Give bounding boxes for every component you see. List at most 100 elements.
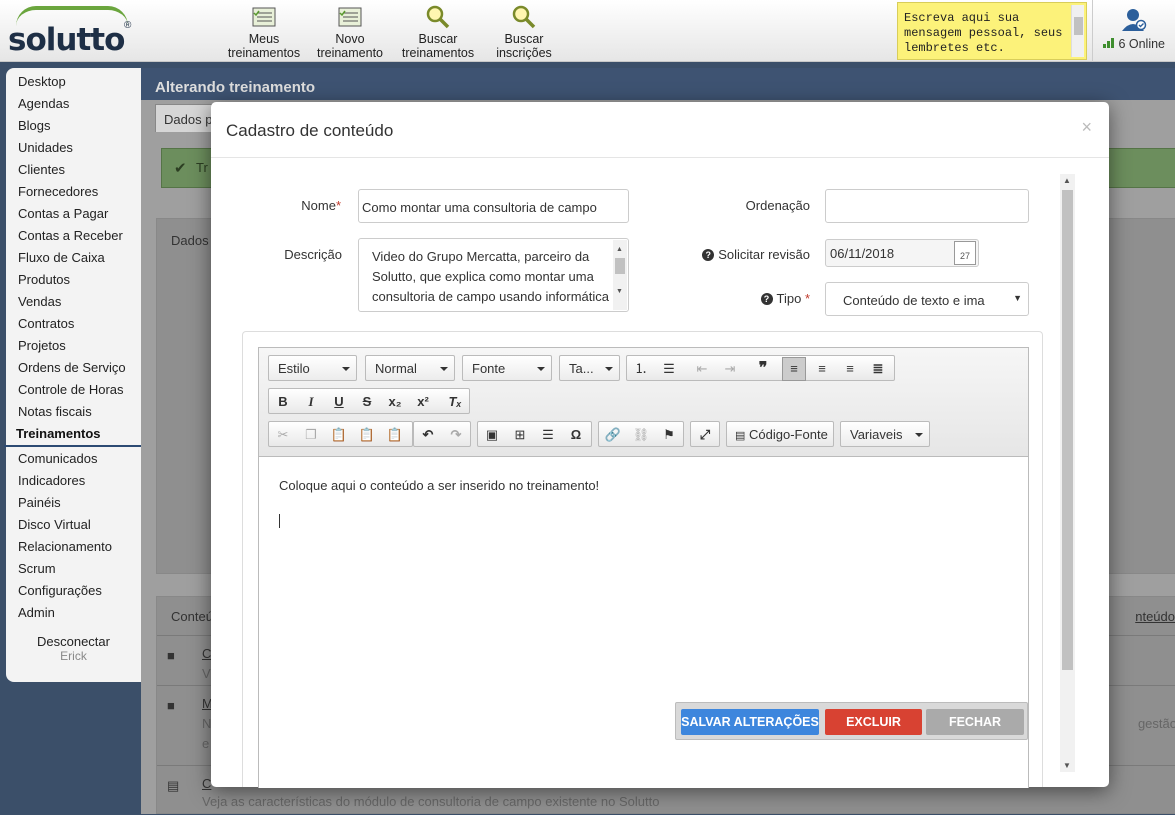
undo-icon[interactable]: ↶ bbox=[416, 425, 440, 445]
align-center-icon[interactable]: ≡ bbox=[810, 359, 834, 379]
sidebar-item-clientes[interactable]: Clientes bbox=[6, 159, 141, 181]
top-bar: solutto ® Meus treinamentos Novo treinamen… bbox=[0, 0, 1175, 62]
search-enrollments-button[interactable]: Buscar inscrições bbox=[486, 4, 562, 60]
sidebar-item-ordens-de-serviço[interactable]: Ordens de Serviço bbox=[6, 357, 141, 379]
align-left-icon[interactable]: ≡ bbox=[782, 357, 806, 381]
check-icon: ✔ bbox=[174, 160, 187, 177]
text-cursor bbox=[279, 514, 280, 528]
sidebar-item-relacionamento[interactable]: Relacionamento bbox=[6, 536, 141, 558]
sidebar-item-projetos[interactable]: Projetos bbox=[6, 335, 141, 357]
blockquote-icon[interactable]: ❞ bbox=[751, 359, 775, 379]
sidebar-item-produtos[interactable]: Produtos bbox=[6, 269, 141, 291]
underline-icon[interactable]: U bbox=[327, 392, 351, 412]
sidebar-item-contratos[interactable]: Contratos bbox=[6, 313, 141, 335]
personal-memo[interactable]: Escreva aqui sua mensagem pessoal, seus … bbox=[897, 2, 1087, 60]
memo-scrollbar[interactable] bbox=[1071, 5, 1084, 57]
search-icon bbox=[426, 5, 450, 29]
paste-word-icon[interactable]: 📋 bbox=[383, 425, 407, 445]
justify-icon[interactable]: ≣ bbox=[866, 359, 890, 379]
paragraph-group: ⒈ ☰ ⇤ ⇥ ❞ ≡ ≡ ≡ ≣ bbox=[626, 355, 895, 381]
sidebar-item-vendas[interactable]: Vendas bbox=[6, 291, 141, 313]
outdent-icon[interactable]: ⇤ bbox=[690, 359, 714, 379]
subscript-icon[interactable]: x₂ bbox=[383, 392, 407, 412]
action-bar: SALVAR ALTERAÇÕES EXCLUIR FECHAR bbox=[675, 702, 1028, 740]
search-icon bbox=[512, 5, 536, 29]
bold-icon[interactable]: B bbox=[271, 392, 295, 412]
variables-combo[interactable]: Variaveis bbox=[840, 421, 930, 447]
description-textarea[interactable]: Video do Grupo Mercatta, parceiro da Sol… bbox=[358, 238, 629, 312]
sidebar-item-treinamentos[interactable]: Treinamentos bbox=[4, 423, 141, 447]
sidebar-item-contas-a-pagar[interactable]: Contas a Pagar bbox=[6, 203, 141, 225]
modal-scrollbar[interactable]: ▲ ▼ bbox=[1060, 174, 1075, 772]
indent-icon[interactable]: ⇥ bbox=[718, 359, 742, 379]
bullet-list-icon[interactable]: ☰ bbox=[657, 359, 681, 379]
logout-link[interactable]: Desconectar bbox=[6, 634, 141, 649]
new-training-button[interactable]: Novo treinamento bbox=[312, 4, 388, 60]
table-icon[interactable]: ⊞ bbox=[508, 425, 532, 445]
unlink-icon[interactable]: ⛓ bbox=[629, 425, 653, 445]
paste-text-icon[interactable]: 📋 bbox=[355, 425, 379, 445]
add-content-link[interactable]: nteúdo bbox=[1135, 609, 1175, 624]
sidebar-item-controle-de-horas[interactable]: Controle de Horas bbox=[6, 379, 141, 401]
sidebar-item-disco-virtual[interactable]: Disco Virtual bbox=[6, 514, 141, 536]
align-right-icon[interactable]: ≡ bbox=[838, 359, 862, 379]
sidebar-item-admin[interactable]: Admin bbox=[6, 602, 141, 624]
sidebar-item-fornecedores[interactable]: Fornecedores bbox=[6, 181, 141, 203]
sidebar-item-desktop[interactable]: Desktop bbox=[6, 71, 141, 93]
image-icon[interactable]: ▣ bbox=[480, 425, 504, 445]
sidebar-item-blogs[interactable]: Blogs bbox=[6, 115, 141, 137]
sidebar-item-painéis[interactable]: Painéis bbox=[6, 492, 141, 514]
sidebar-item-unidades[interactable]: Unidades bbox=[6, 137, 141, 159]
sidebar-item-indicadores[interactable]: Indicadores bbox=[6, 470, 141, 492]
font-combo[interactable]: Fonte bbox=[462, 355, 552, 381]
sidebar: Desktop Agendas Blogs Unidades Clientes Forne… bbox=[4, 68, 141, 682]
redo-icon[interactable]: ↷ bbox=[444, 425, 468, 445]
link-group: 🔗 ⛓ ⚑ bbox=[598, 421, 684, 447]
close-button[interactable]: FECHAR bbox=[926, 709, 1024, 735]
close-icon[interactable]: × bbox=[1081, 117, 1092, 138]
sidebar-item-agendas[interactable]: Agendas bbox=[6, 93, 141, 115]
sidebar-item-notas-fiscais[interactable]: Notas fiscais bbox=[6, 401, 141, 423]
remove-format-icon[interactable]: Tₓ bbox=[443, 392, 467, 412]
format-combo[interactable]: Normal bbox=[365, 355, 455, 381]
size-combo[interactable]: Ta... bbox=[559, 355, 620, 381]
online-users[interactable]: 6 Online bbox=[1092, 0, 1175, 62]
horizontal-line-icon[interactable]: ☰ bbox=[536, 425, 560, 445]
formatting-group: B I U S x₂ x² Tₓ bbox=[268, 388, 470, 414]
list-icon bbox=[338, 7, 362, 27]
cut-icon[interactable]: ✂ bbox=[271, 425, 295, 445]
username: Erick bbox=[60, 649, 87, 663]
source-button[interactable]: ▤ Código-Fonte bbox=[726, 421, 834, 447]
strikethrough-icon[interactable]: S bbox=[355, 392, 379, 412]
save-button[interactable]: SALVAR ALTERAÇÕES bbox=[681, 709, 819, 735]
delete-button[interactable]: EXCLUIR bbox=[825, 709, 922, 735]
superscript-icon[interactable]: x² bbox=[411, 392, 435, 412]
help-icon[interactable]: ? bbox=[702, 249, 715, 261]
name-input[interactable]: Como montar uma consultoria de campo bbox=[358, 189, 629, 223]
order-input[interactable] bbox=[825, 189, 1029, 223]
special-char-icon[interactable]: Ω bbox=[564, 425, 588, 445]
help-icon[interactable]: ? bbox=[760, 293, 773, 305]
sidebar-item-fluxo-de-caixa[interactable]: Fluxo de Caixa bbox=[6, 247, 141, 269]
style-combo[interactable]: Estilo bbox=[268, 355, 357, 381]
numbered-list-icon[interactable]: ⒈ bbox=[629, 359, 653, 379]
sidebar-item-comunicados[interactable]: Comunicados bbox=[6, 448, 141, 470]
type-select[interactable]: Conteúdo de texto e ima ▼ bbox=[825, 282, 1029, 316]
paste-icon[interactable]: 📋 bbox=[327, 425, 351, 445]
source-icon: ▤ bbox=[735, 430, 746, 442]
my-trainings-button[interactable]: Meus treinamentos bbox=[224, 4, 304, 60]
solutto-logo[interactable]: solutto ® bbox=[6, 4, 136, 58]
maximize-icon[interactable]: ⤢ bbox=[693, 425, 717, 445]
link-icon[interactable]: 🔗 bbox=[601, 425, 625, 445]
search-trainings-button[interactable]: Buscar treinamentos bbox=[396, 4, 480, 60]
calendar-icon[interactable]: 27 bbox=[954, 241, 976, 265]
anchor-flag-icon[interactable]: ⚑ bbox=[657, 425, 681, 445]
sidebar-item-scrum[interactable]: Scrum bbox=[6, 558, 141, 580]
sidebar-item-configurações[interactable]: Configurações bbox=[6, 580, 141, 602]
copy-icon[interactable]: ❐ bbox=[299, 425, 323, 445]
sidebar-item-contas-a-receber[interactable]: Contas a Receber bbox=[6, 225, 141, 247]
tab-dados[interactable]: Dados p bbox=[155, 104, 215, 132]
review-date-input[interactable]: 06/11/2018 27 bbox=[825, 239, 979, 267]
italic-icon[interactable]: I bbox=[299, 392, 323, 412]
textarea-scrollbar[interactable]: ▲ ▼ bbox=[613, 240, 627, 310]
